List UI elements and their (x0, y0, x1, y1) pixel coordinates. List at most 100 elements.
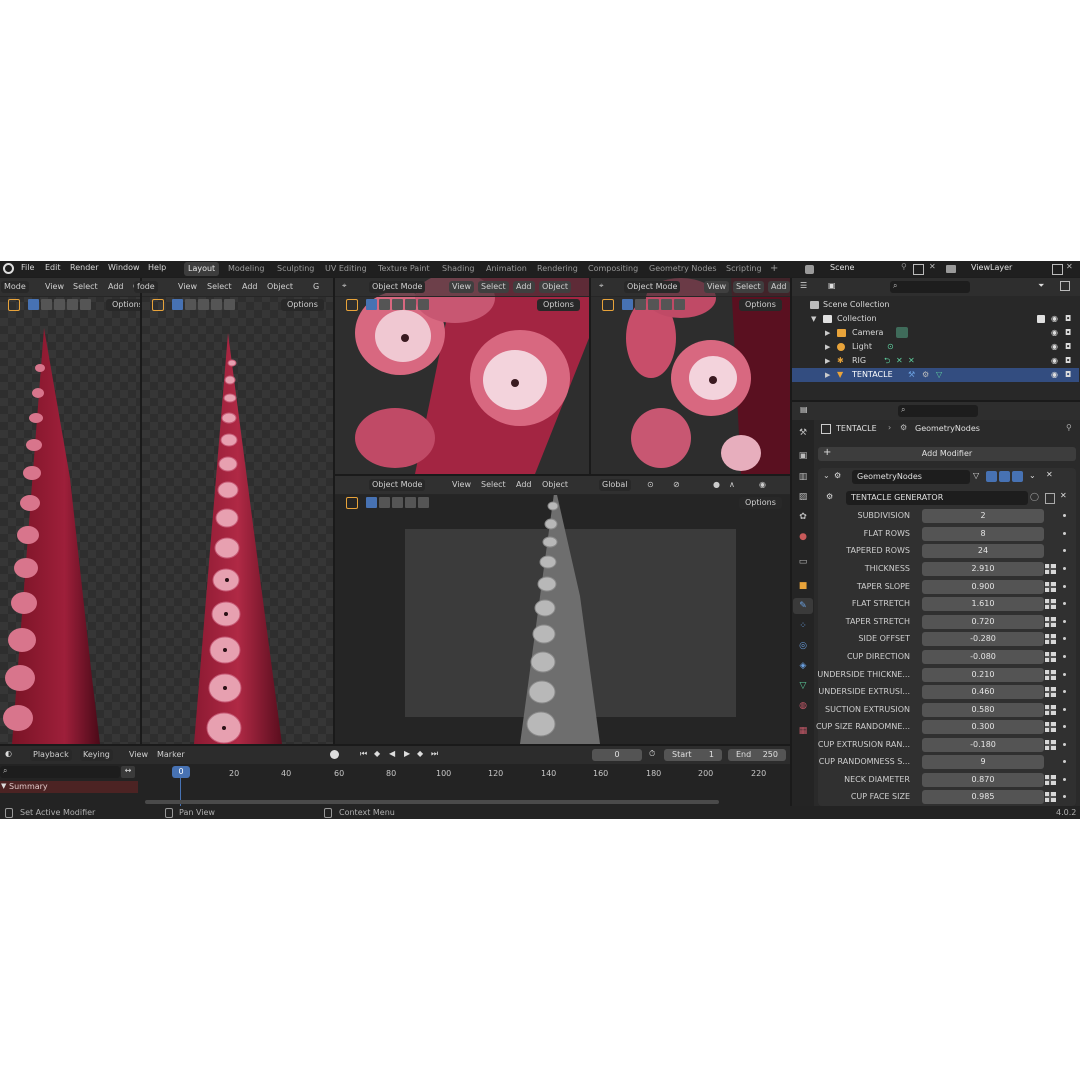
texture-tab-icon[interactable]: ▦ (797, 725, 809, 737)
render-tab-icon[interactable]: ▣ (797, 450, 809, 462)
new-collection-icon[interactable] (1060, 281, 1070, 291)
jump-start-icon[interactable]: ⏮ (360, 749, 367, 759)
options-button[interactable]: Options (281, 299, 324, 311)
display-mode-icon[interactable]: ▣ (828, 281, 836, 290)
outliner-item-tentacle[interactable]: ▶ ▼ TENTACLE ⚒ ⚙ ▽ ◉ ◘ (792, 368, 1079, 382)
select-new-icon[interactable] (28, 299, 39, 310)
menu-add[interactable]: Add (768, 281, 790, 293)
tab-modeling[interactable]: Modeling (224, 262, 268, 276)
attribute-toggle-icon[interactable] (1045, 634, 1056, 644)
menu-select[interactable]: Select (204, 281, 235, 293)
tab-shading[interactable]: Shading (438, 262, 479, 276)
attribute-toggle-icon[interactable] (1045, 687, 1056, 697)
show-render-icon[interactable] (1012, 471, 1023, 482)
keyframe-dot-icon[interactable] (1063, 778, 1066, 781)
tab-animation[interactable]: Animation (482, 262, 531, 276)
attribute-toggle-icon[interactable] (1045, 792, 1056, 802)
render-camera-icon[interactable]: ◘ (1065, 354, 1071, 368)
expand-icon[interactable]: ▶ (825, 354, 830, 368)
tab-geometry-nodes[interactable]: Geometry Nodes (645, 262, 720, 276)
menu-view[interactable]: View (175, 281, 200, 293)
filter-icon[interactable]: ⏷ (1038, 281, 1044, 291)
pin-icon[interactable]: ⚲ (1066, 423, 1072, 432)
select-tool-icon[interactable] (602, 299, 614, 311)
data-tab-icon[interactable]: ▽ (797, 680, 809, 692)
mode-dropdown[interactable]: Object Mode (369, 281, 426, 293)
param-field[interactable]: 0.460 (922, 685, 1044, 699)
select-new-icon[interactable] (622, 299, 633, 310)
delete-scene-icon[interactable]: ✕ (929, 262, 936, 271)
selection-mode-group[interactable] (28, 299, 91, 311)
properties-search-input[interactable]: ⌕ (898, 405, 978, 417)
param-field[interactable]: 1.610 (922, 597, 1044, 611)
keyframe-dot-icon[interactable] (1063, 637, 1066, 640)
attribute-toggle-icon[interactable] (1045, 722, 1056, 732)
collapse-icon[interactable]: ▼ (811, 312, 816, 326)
summary-row[interactable]: ▼ Summary (0, 781, 138, 793)
attribute-toggle-icon[interactable] (1045, 740, 1056, 750)
param-field[interactable]: 0.720 (922, 615, 1044, 629)
orientation-dropdown[interactable]: Global (599, 479, 631, 491)
play-reverse-icon[interactable]: ◀ (389, 749, 395, 758)
menu-add[interactable]: Add (239, 281, 261, 293)
menu-view[interactable]: View (42, 281, 67, 293)
visibility-eye-icon[interactable]: ◉ (1051, 368, 1058, 382)
menu-file[interactable]: File (21, 263, 34, 272)
attribute-toggle-icon[interactable] (1045, 775, 1056, 785)
add-workspace-button[interactable]: + (766, 262, 782, 276)
new-viewlayer-icon[interactable] (1052, 264, 1063, 275)
tab-layout[interactable]: Layout (184, 262, 220, 276)
select-invert-icon[interactable] (418, 299, 429, 310)
attribute-toggle-icon[interactable] (1045, 705, 1056, 715)
select-new-icon[interactable] (366, 299, 377, 310)
select-subtract-icon[interactable] (392, 299, 403, 310)
keyframe-dot-icon[interactable] (1063, 567, 1066, 570)
collapse-icon[interactable]: ⌄ (823, 471, 830, 480)
keyframe-dot-icon[interactable] (1063, 673, 1066, 676)
keyframe-dot-icon[interactable] (1063, 725, 1066, 728)
physics-tab-icon[interactable]: ◎ (797, 640, 809, 652)
scene-selector[interactable]: Scene ⚲ ✕ (805, 262, 942, 276)
tab-rendering[interactable]: Rendering (533, 262, 582, 276)
exclude-checkbox[interactable] (1037, 315, 1045, 323)
keyframe-dot-icon[interactable] (1063, 708, 1066, 711)
keyframe-dot-icon[interactable] (1063, 743, 1066, 746)
param-field[interactable]: 24 (922, 544, 1044, 558)
options-button[interactable]: Options (739, 299, 782, 311)
unlink-icon[interactable]: ✕ (1060, 491, 1067, 500)
select-subtract-icon[interactable] (392, 497, 403, 508)
select-invert-icon[interactable] (418, 497, 429, 508)
outliner-item-camera[interactable]: ▶ Camera ◉ ◘ (792, 326, 1079, 340)
attribute-toggle-icon[interactable] (1045, 617, 1056, 627)
menu-select[interactable]: Select (733, 281, 764, 293)
outliner-scene-collection[interactable]: Scene Collection (792, 298, 1079, 312)
param-field[interactable]: 8 (922, 527, 1044, 541)
select-new-icon[interactable] (366, 497, 377, 508)
expand-icon[interactable]: ▶ (825, 368, 830, 382)
mode-dropdown[interactable]: Mode (1, 281, 29, 293)
frame-ruler[interactable]: 0 20 40 60 80 100 120 140 160 180 200 22… (140, 764, 790, 808)
render-camera-icon[interactable]: ◘ (1065, 312, 1071, 326)
timeline-scrollbar[interactable] (145, 800, 719, 804)
select-subtract-icon[interactable] (54, 299, 65, 310)
outliner-item-light[interactable]: ▶ Light ⊙ ◉ ◘ (792, 340, 1079, 354)
stopwatch-icon[interactable]: ⏱ (649, 749, 655, 759)
outliner-search-input[interactable]: ⌕ (890, 281, 970, 293)
mode-dropdown[interactable]: Object Mode (624, 281, 681, 293)
modifier-tab-icon[interactable]: ✎ (797, 600, 809, 612)
param-field[interactable]: 0.210 (922, 668, 1044, 682)
keyframe-dot-icon[interactable] (1063, 532, 1066, 535)
output-tab-icon[interactable]: ▥ (797, 471, 809, 483)
keyframe-dot-icon[interactable] (1063, 585, 1066, 588)
attribute-toggle-icon[interactable] (1045, 599, 1056, 609)
param-field[interactable]: 2.910 (922, 562, 1044, 576)
select-new-icon[interactable] (172, 299, 183, 310)
attribute-toggle-icon[interactable] (1045, 582, 1056, 592)
visibility-eye-icon[interactable]: ◉ (1051, 326, 1058, 340)
select-intersect-icon[interactable] (661, 299, 672, 310)
editor-type-icon[interactable]: ⌖ (342, 281, 347, 291)
editor-type-icon[interactable]: ◐ (5, 749, 12, 758)
param-field[interactable]: 9 (922, 755, 1044, 769)
mode-dropdown[interactable]: fode (134, 281, 158, 293)
show-viewport-icon[interactable] (999, 471, 1010, 482)
